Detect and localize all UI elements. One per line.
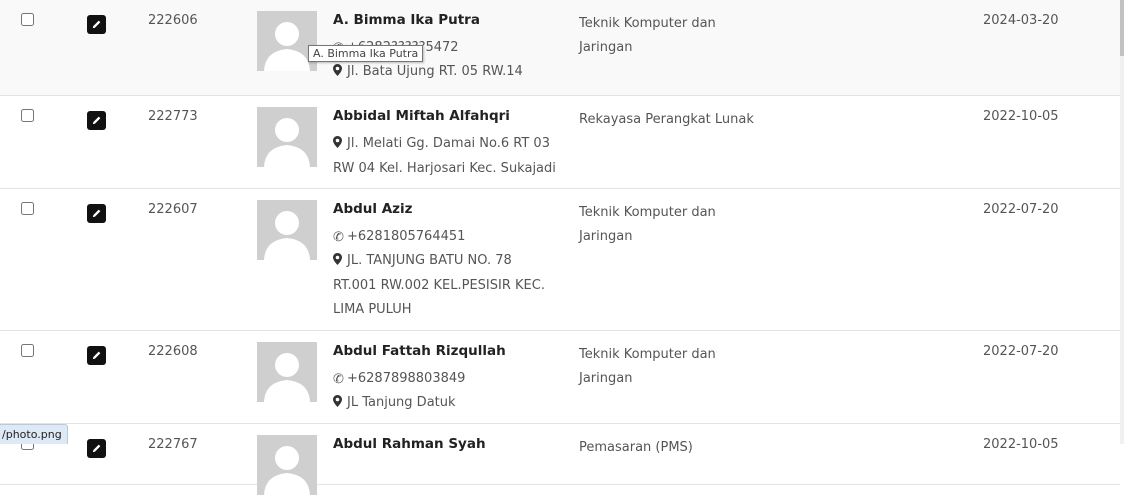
avatar-placeholder-icon [264, 22, 310, 71]
scrollbar[interactable] [1120, 0, 1124, 444]
table-row[interactable]: 222773 Abbidal Miftah Alfahqri Jl. Melat… [0, 96, 1120, 189]
status-bar-url: /photo.png [0, 424, 68, 444]
table-row[interactable]: 222608 Abdul Fattah Rizqullah ✆ +62878988… [0, 331, 1120, 424]
edit-button[interactable] [87, 15, 106, 34]
row-checkbox[interactable] [21, 202, 34, 215]
edit-button[interactable] [87, 439, 106, 458]
avatar-placeholder-icon [264, 118, 310, 167]
student-date: 2022-10-05 [983, 437, 1059, 452]
student-photo[interactable] [257, 435, 317, 495]
row-checkbox[interactable] [21, 344, 34, 357]
pencil-icon [92, 351, 101, 360]
avatar-placeholder-icon [264, 446, 310, 495]
table-row[interactable]: 222606 A. Bimma Ika Putra ✆+6282?????547… [0, 0, 1120, 96]
edit-button[interactable] [87, 111, 106, 130]
student-id: 222606 [148, 13, 198, 28]
student-date: 2024-03-20 [983, 13, 1059, 28]
pencil-icon [92, 444, 101, 453]
map-marker-icon [333, 133, 345, 157]
row-checkbox[interactable] [21, 13, 34, 26]
student-address: Jl. Bata Ujung RT. 05 RW.14 [333, 60, 558, 85]
student-name: Abbidal Miftah Alfahqri [333, 108, 510, 124]
student-phone: ✆ +6281805764451 [333, 225, 558, 250]
phone-icon: ✆ [333, 372, 344, 387]
student-id: 222608 [148, 344, 198, 359]
student-address: JL. TANJUNG BATU NO. 78 RT.001 RW.002 KE… [333, 249, 558, 322]
table-row[interactable]: 222767 Abdul Rahman Syah Pemasaran (PMS)… [0, 424, 1120, 495]
student-photo[interactable] [257, 11, 317, 71]
student-major: Teknik Komputer dan Jaringan [579, 16, 716, 55]
student-major: Teknik Komputer dan Jaringan [579, 347, 716, 386]
student-major: Pemasaran (PMS) [579, 440, 693, 455]
table-row[interactable]: 222607 Abdul Aziz ✆ +6281805764451 JL. TA… [0, 189, 1120, 331]
scrollbar-thumb[interactable] [1120, 0, 1124, 56]
student-phone: ✆ +6287898803849 [333, 367, 558, 392]
student-major: Teknik Komputer dan Jaringan [579, 205, 716, 244]
student-name: A. Bimma Ika Putra [333, 12, 480, 28]
student-date: 2022-07-20 [983, 344, 1059, 359]
map-marker-icon [333, 250, 345, 274]
student-table: 222606 A. Bimma Ika Putra ✆+6282?????547… [0, 0, 1120, 495]
student-major: Rekayasa Perangkat Lunak [579, 112, 754, 127]
row-checkbox[interactable] [21, 109, 34, 122]
student-name: Abdul Rahman Syah [333, 436, 486, 452]
edit-button[interactable] [87, 346, 106, 365]
student-address: JL Tanjung Datuk [333, 391, 558, 416]
map-marker-icon [333, 61, 345, 85]
pencil-icon [92, 116, 101, 125]
student-id: 222773 [148, 109, 198, 124]
student-name: Abdul Aziz [333, 201, 413, 217]
phone-icon: ✆ [333, 230, 344, 245]
student-date: 2022-07-20 [983, 202, 1059, 217]
student-photo[interactable] [257, 342, 317, 402]
student-photo[interactable] [257, 200, 317, 260]
student-address: Jl. Melati Gg. Damai No.6 RT 03 RW 04 Ke… [333, 132, 558, 181]
avatar-placeholder-icon [264, 353, 310, 402]
map-marker-icon [333, 392, 345, 416]
student-photo[interactable] [257, 107, 317, 167]
pencil-icon [92, 209, 101, 218]
pencil-icon [92, 20, 101, 29]
avatar-placeholder-icon [264, 211, 310, 260]
student-id: 222607 [148, 202, 198, 217]
student-id: 222767 [148, 437, 198, 452]
tooltip: A. Bimma Ika Putra [308, 45, 424, 62]
student-date: 2022-10-05 [983, 109, 1059, 124]
student-name: Abdul Fattah Rizqullah [333, 343, 506, 359]
edit-button[interactable] [87, 204, 106, 223]
